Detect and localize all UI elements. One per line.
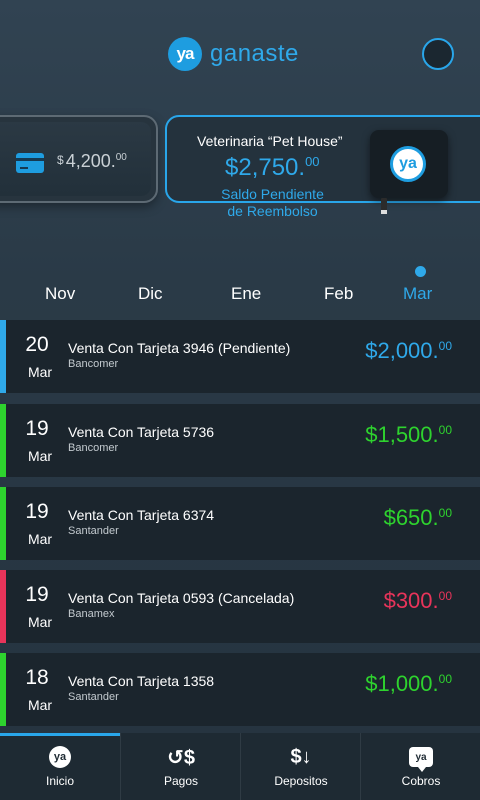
profile-button[interactable]	[422, 38, 454, 70]
status-bar	[0, 487, 6, 560]
pending-status-line-2: de Reembolso	[227, 203, 318, 219]
merchant-name: Veterinaria “Pet House”	[197, 133, 343, 149]
tab-depositos[interactable]: $↓ Depositos	[240, 733, 360, 800]
brand-logo: ya ganaste	[168, 37, 299, 71]
transaction-amount: $2,000.00	[365, 338, 452, 364]
credit-card-icon	[16, 153, 44, 173]
transaction-description: Venta Con Tarjeta 6374	[68, 507, 215, 523]
tab-inicio-label: Inicio	[45, 774, 74, 788]
month-selector: Nov Dic Ene Feb Mar	[0, 262, 480, 312]
tab-pagos-label: Pagos	[163, 774, 199, 788]
transaction-day: 20	[25, 333, 49, 356]
transaction-month: Mar	[27, 697, 53, 713]
tab-cobros-label: Cobros	[401, 774, 441, 788]
transaction-amount-cents: 00	[438, 506, 452, 520]
pending-amount-value: $2,750.	[225, 154, 306, 181]
transaction-description: Venta Con Tarjeta 0593 (Cancelada)	[68, 590, 295, 606]
pending-amount-cents: 00	[305, 154, 320, 169]
pending-status-line-1: Saldo Pendiente	[221, 186, 324, 202]
transaction-bank: Banamex	[68, 608, 115, 620]
pagos-icon: ↺$	[167, 746, 195, 769]
cobros-icon: ya	[409, 745, 433, 772]
status-bar	[0, 653, 6, 726]
balance-cents: 00	[115, 152, 127, 163]
inicio-glyph: ya	[49, 746, 71, 768]
transaction-amount: $300.00	[384, 588, 452, 614]
transaction-amount-value: $1,500.	[365, 422, 439, 447]
month-nov[interactable]: Nov	[45, 284, 75, 304]
month-mar[interactable]: Mar	[403, 284, 432, 304]
transaction-amount-value: $300.	[383, 588, 439, 613]
month-ene[interactable]: Ene	[231, 284, 261, 304]
ya-device-icon: ya	[390, 146, 426, 182]
transaction-row[interactable]: 19 Mar Venta Con Tarjeta 5736 Bancomer $…	[0, 404, 480, 477]
pending-status-label: Saldo Pendiente de Reembolso	[205, 186, 340, 220]
audio-jack-icon	[381, 198, 387, 214]
status-bar	[0, 404, 6, 477]
transaction-amount-cents: 00	[438, 672, 452, 686]
tab-pagos[interactable]: ↺$ Pagos	[120, 733, 240, 800]
transaction-amount-value: $650.	[383, 505, 439, 530]
transaction-amount: $650.00	[384, 505, 452, 531]
tab-inicio[interactable]: ya Inicio	[0, 733, 120, 800]
transaction-day: 19	[25, 417, 49, 440]
transaction-bank: Bancomer	[68, 442, 119, 454]
tab-cobros[interactable]: ya Cobros	[360, 733, 480, 800]
transaction-amount-value: $2,000.	[365, 338, 439, 363]
transaction-day: 19	[25, 583, 49, 606]
transaction-month: Mar	[27, 448, 53, 464]
transaction-bank: Bancomer	[68, 358, 119, 370]
transaction-day: 18	[25, 666, 49, 689]
transaction-amount-cents: 00	[438, 589, 452, 603]
transaction-description: Venta Con Tarjeta 1358	[68, 673, 215, 689]
transaction-row[interactable]: 18 Mar Venta Con Tarjeta 1358 Santander …	[0, 653, 480, 726]
transaction-month: Mar	[27, 364, 53, 380]
balance-amount: $4,200.00	[57, 151, 127, 172]
status-bar	[0, 320, 6, 393]
ya-logo-icon: ya	[48, 745, 72, 769]
card-reader-device: ya	[370, 130, 448, 198]
transaction-bank: Santander	[68, 691, 119, 703]
balance-card[interactable]: $4,200.00	[0, 115, 158, 203]
app-header: ya ganaste	[0, 0, 480, 105]
tab-depositos-label: Depositos	[274, 774, 328, 788]
transaction-row[interactable]: 20 Mar Venta Con Tarjeta 3946 (Pendiente…	[0, 320, 480, 393]
bottom-navigation: ya Inicio ↺$ Pagos $↓ Depositos ya Cobro…	[0, 733, 480, 800]
ya-logo-icon: ya	[168, 37, 202, 71]
transaction-amount-cents: 00	[438, 423, 452, 437]
transaction-row[interactable]: 19 Mar Venta Con Tarjeta 6374 Santander …	[0, 487, 480, 560]
transaction-amount: $1,500.00	[365, 422, 452, 448]
month-feb[interactable]: Feb	[324, 284, 353, 304]
transaction-bank: Santander	[68, 525, 119, 537]
transaction-month: Mar	[27, 614, 53, 630]
app-name: ganaste	[210, 40, 299, 67]
depositos-icon: $↓	[290, 745, 312, 768]
balance-currency: $	[57, 153, 64, 167]
transaction-amount: $1,000.00	[365, 671, 452, 697]
balance-value: 4,200.	[65, 151, 116, 171]
transaction-description: Venta Con Tarjeta 3946 (Pendiente)	[68, 340, 291, 356]
transaction-amount-cents: 00	[438, 339, 452, 353]
transaction-day: 19	[25, 500, 49, 523]
cobros-glyph: ya	[409, 747, 433, 772]
month-dic[interactable]: Dic	[138, 284, 163, 304]
active-month-indicator	[415, 266, 426, 277]
transaction-row[interactable]: 19 Mar Venta Con Tarjeta 0593 (Cancelada…	[0, 570, 480, 643]
pending-amount: $2,750.00	[225, 154, 320, 182]
transaction-description: Venta Con Tarjeta 5736	[68, 424, 215, 440]
transaction-month: Mar	[27, 531, 53, 547]
transaction-amount-value: $1,000.	[365, 671, 439, 696]
status-bar	[0, 570, 6, 643]
